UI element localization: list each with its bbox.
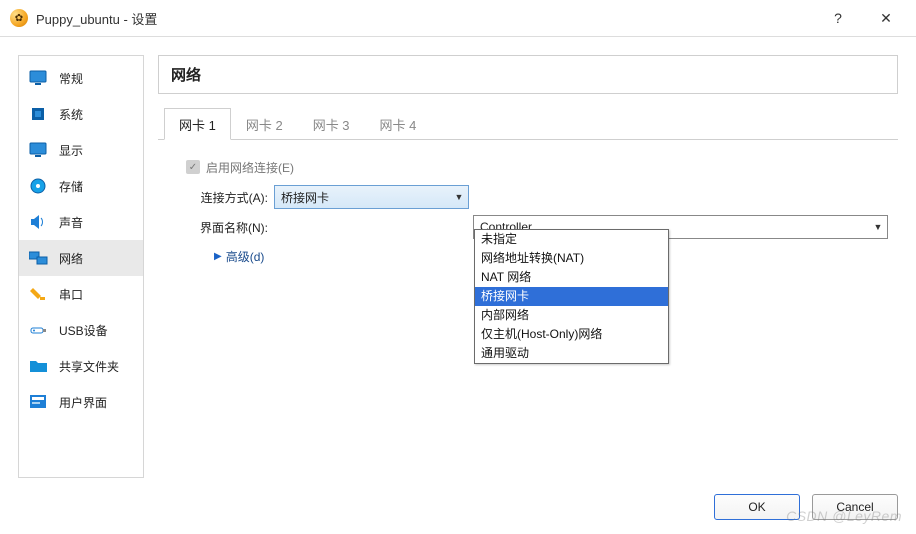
folder-icon xyxy=(29,358,49,374)
body: 常规系统显示存储声音网络串口USB设备共享文件夹用户界面 网络 网卡 1网卡 2… xyxy=(0,37,916,486)
sidebar-item-label: 存储 xyxy=(59,178,83,195)
net-icon xyxy=(29,250,49,266)
close-button[interactable]: ✕ xyxy=(866,3,906,33)
checkbox-enable-icon[interactable]: ✓ xyxy=(186,160,200,174)
settings-window: ✿ Puppy_ubuntu - 设置 ? ✕ 常规系统显示存储声音网络串口US… xyxy=(0,0,916,534)
chevron-down-icon: ▼ xyxy=(869,222,887,232)
gear-icon: ✿ xyxy=(10,9,28,27)
sidebar: 常规系统显示存储声音网络串口 USB设备共享文件夹用户界面 xyxy=(18,55,144,478)
main-panel: 网络 网卡 1网卡 2网卡 3网卡 4 ✓ 启用网络连接(E) 连接方式(A):… xyxy=(158,55,898,478)
monitor-icon xyxy=(29,142,49,158)
sidebar-item-0[interactable]: 常规 xyxy=(19,60,143,96)
enable-label: 启用网络连接(E) xyxy=(206,159,300,176)
enable-row: ✓ 启用网络连接(E) xyxy=(168,154,888,180)
sidebar-item-label: 声音 xyxy=(59,214,83,231)
sidebar-item-1[interactable]: 系统 xyxy=(19,96,143,132)
advanced-label: 高级(d) xyxy=(226,248,265,265)
titlebar: ✿ Puppy_ubuntu - 设置 ? ✕ xyxy=(0,0,916,37)
dropdown-option[interactable]: 未指定 xyxy=(475,230,668,249)
sidebar-item-label: USB设备 xyxy=(59,322,108,339)
attach-row: 连接方式(A): 桥接网卡 ▼ xyxy=(168,184,888,210)
monitor-icon xyxy=(29,70,49,86)
dropdown-option[interactable]: 内部网络 xyxy=(475,306,668,325)
footer: OK Cancel xyxy=(0,486,916,534)
tab-adapter-4[interactable]: 网卡 4 xyxy=(365,108,432,140)
chip-icon xyxy=(29,106,49,122)
sidebar-item-8[interactable]: 共享文件夹 xyxy=(19,348,143,384)
dropdown-option[interactable]: 仅主机(Host-Only)网络 xyxy=(475,325,668,344)
sidebar-item-label: 共享文件夹 xyxy=(59,358,119,375)
attach-mode-dropdown: 未指定网络地址转换(NAT)NAT 网络桥接网卡内部网络仅主机(Host-Onl… xyxy=(474,229,669,364)
window-title: Puppy_ubuntu - 设置 xyxy=(36,9,157,28)
attach-label: 连接方式(A): xyxy=(168,189,274,206)
sidebar-item-9[interactable]: 用户界面 xyxy=(19,384,143,420)
ui-icon xyxy=(29,394,49,410)
dropdown-option[interactable]: NAT 网络 xyxy=(475,268,668,287)
sidebar-item-6[interactable]: 串口 xyxy=(19,276,143,312)
disk-icon xyxy=(29,178,49,194)
triangle-right-icon: ▶ xyxy=(214,251,222,262)
chevron-down-icon: ▼ xyxy=(450,192,468,202)
sidebar-item-label: 常规 xyxy=(59,70,83,87)
tabs: 网卡 1网卡 2网卡 3网卡 4 xyxy=(158,108,898,140)
dropdown-option[interactable]: 网络地址转换(NAT) xyxy=(475,249,668,268)
speaker-icon xyxy=(29,214,49,230)
sidebar-item-2[interactable]: 显示 xyxy=(19,132,143,168)
attach-mode-value: 桥接网卡 xyxy=(275,189,450,206)
sidebar-item-label: 串口 xyxy=(59,286,83,303)
plug-icon xyxy=(29,286,49,302)
ok-button[interactable]: OK xyxy=(714,494,800,520)
name-label: 界面名称(N): xyxy=(168,219,274,236)
tab-adapter-3[interactable]: 网卡 3 xyxy=(298,108,365,140)
help-button[interactable]: ? xyxy=(818,3,858,33)
attach-mode-select[interactable]: 桥接网卡 ▼ xyxy=(274,185,469,209)
page-title: 网络 xyxy=(158,55,898,94)
sidebar-item-label: 网络 xyxy=(59,250,83,267)
cancel-button[interactable]: Cancel xyxy=(812,494,898,520)
dropdown-option[interactable]: 桥接网卡 xyxy=(475,287,668,306)
sidebar-item-7[interactable]: USB设备 xyxy=(19,312,143,348)
tab-adapter-1[interactable]: 网卡 1 xyxy=(164,108,231,140)
sidebar-item-label: 用户界面 xyxy=(59,394,107,411)
sidebar-item-5[interactable]: 网络 xyxy=(19,240,143,276)
sidebar-item-4[interactable]: 声音 xyxy=(19,204,143,240)
usb-icon xyxy=(29,322,49,338)
sidebar-item-label: 显示 xyxy=(59,142,83,159)
sidebar-item-3[interactable]: 存储 xyxy=(19,168,143,204)
dropdown-option[interactable]: 通用驱动 xyxy=(475,344,668,363)
tab-adapter-2[interactable]: 网卡 2 xyxy=(231,108,298,140)
sidebar-item-label: 系统 xyxy=(59,106,83,123)
